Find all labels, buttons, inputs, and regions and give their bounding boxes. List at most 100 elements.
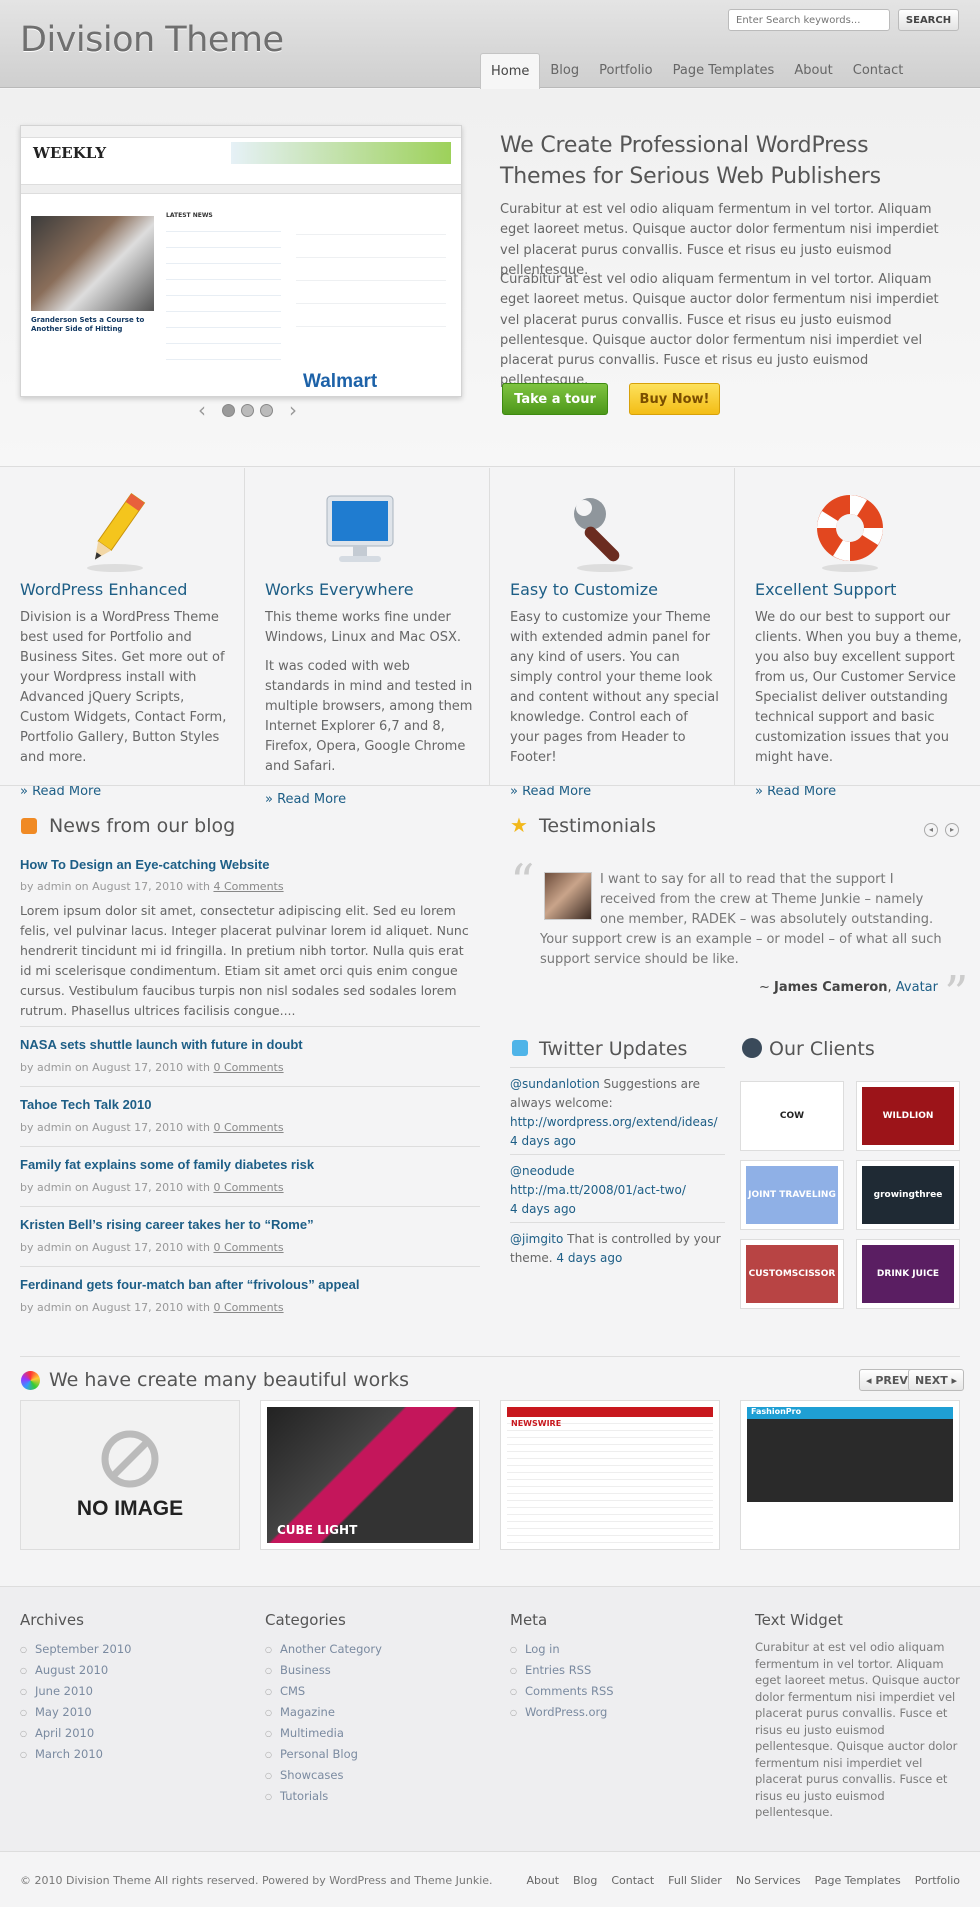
work-thumbnail[interactable]: CUBE LIGHT — [260, 1400, 480, 1550]
read-more-link[interactable]: » Read More — [20, 784, 101, 799]
shot-latest-label: LATEST NEWS — [166, 212, 213, 219]
twitter-heading: Twitter Updates — [539, 1038, 688, 1060]
footer-link-no-services[interactable]: No Services — [736, 1874, 801, 1887]
archive-link[interactable]: April 2010 — [20, 1723, 230, 1744]
client-logo[interactable]: COW — [740, 1081, 844, 1151]
tweet-link[interactable]: http://wordpress.org/extend/ideas/ — [510, 1115, 718, 1129]
read-more-link[interactable]: » Read More — [510, 784, 591, 799]
meta-link[interactable]: WordPress.org — [510, 1702, 720, 1723]
feature-text: Division is a WordPress Theme best used … — [20, 610, 227, 765]
post-title[interactable]: NASA sets shuttle launch with future in … — [20, 1037, 303, 1052]
tweet-separator — [510, 1154, 725, 1155]
comments-link[interactable]: 0 Comments — [213, 1181, 283, 1194]
category-link[interactable]: Another Category — [265, 1639, 475, 1660]
hero-section: WEEKLY Granderson Sets a Course to Anoth… — [0, 89, 980, 467]
archive-link[interactable]: August 2010 — [20, 1660, 230, 1681]
nav-blog[interactable]: Blog — [540, 53, 589, 89]
footer-link-page-templates[interactable]: Page Templates — [815, 1874, 901, 1887]
nav-about[interactable]: About — [784, 53, 842, 89]
widget-title: Text Widget — [755, 1611, 843, 1629]
client-logo[interactable]: DRINK JUICE — [856, 1239, 960, 1309]
tweet-time-link[interactable]: 4 days ago — [556, 1251, 622, 1265]
footer-link-contact[interactable]: Contact — [611, 1874, 654, 1887]
tweet-link[interactable]: http://ma.tt/2008/01/act-two/ — [510, 1183, 686, 1197]
category-link[interactable]: Showcases — [265, 1765, 475, 1786]
category-link[interactable]: Multimedia — [265, 1723, 475, 1744]
footer-link-full-slider[interactable]: Full Slider — [668, 1874, 722, 1887]
slider-dot[interactable] — [241, 404, 254, 417]
footer-link-about[interactable]: About — [526, 1874, 559, 1887]
works-next-button[interactable]: NEXT ▸ — [908, 1369, 965, 1391]
testimonial-prev-icon[interactable]: ◂ — [924, 823, 938, 837]
author-site-link[interactable]: Avatar — [896, 980, 938, 995]
site-footer: © 2010 Division Theme All rights reserve… — [0, 1851, 980, 1907]
category-link[interactable]: Personal Blog — [265, 1744, 475, 1765]
read-more-link[interactable]: » Read More — [265, 792, 346, 807]
post-title[interactable]: How To Design an Eye-catching Website — [20, 857, 269, 872]
read-more-link[interactable]: » Read More — [755, 784, 836, 799]
work-thumbnail[interactable]: FashionPro — [740, 1400, 960, 1550]
post-title[interactable]: Ferdinand gets four-match ban after “fri… — [20, 1277, 360, 1292]
archive-link[interactable]: March 2010 — [20, 1744, 230, 1765]
category-link[interactable]: Magazine — [265, 1702, 475, 1723]
archive-link[interactable]: May 2010 — [20, 1702, 230, 1723]
hero-slide-screenshot[interactable]: WEEKLY Granderson Sets a Course to Anoth… — [20, 125, 462, 397]
tweet-user-link[interactable]: @neodude — [510, 1164, 575, 1178]
category-link[interactable]: Tutorials — [265, 1786, 475, 1807]
comments-link[interactable]: 0 Comments — [213, 1301, 283, 1314]
search-button[interactable]: SEARCH — [898, 9, 959, 31]
comments-link[interactable]: 0 Comments — [213, 1241, 283, 1254]
meta-link[interactable]: Log in — [510, 1639, 720, 1660]
client-logo[interactable]: JOINT TRAVELING — [740, 1160, 844, 1230]
category-link[interactable]: CMS — [265, 1681, 475, 1702]
work-image: FashionPro — [747, 1407, 953, 1543]
footer-link-blog[interactable]: Blog — [573, 1874, 597, 1887]
nav-home[interactable]: Home — [480, 53, 541, 89]
meta-link[interactable]: Comments RSS — [510, 1681, 720, 1702]
post-separator — [20, 1206, 480, 1207]
post-title[interactable]: Kristen Bell’s rising career takes her t… — [20, 1217, 314, 1232]
clients-icon — [742, 1038, 762, 1058]
category-link[interactable]: Business — [265, 1660, 475, 1681]
slider-next-icon[interactable]: › — [289, 400, 297, 420]
nav-contact[interactable]: Contact — [843, 53, 914, 89]
testimonial-quote-text: I want to say for all to read that the s… — [540, 872, 942, 967]
client-logo[interactable]: CUSTOMSCISSOR — [740, 1239, 844, 1309]
tweet-user-link[interactable]: @jimgito — [510, 1232, 563, 1246]
feature-title: Excellent Support — [755, 580, 897, 599]
client-logo[interactable]: growingthree — [856, 1160, 960, 1230]
slider-prev-icon[interactable]: ‹ — [198, 400, 206, 420]
take-a-tour-button[interactable]: Take a tour — [502, 383, 608, 415]
comments-link[interactable]: 0 Comments — [213, 1121, 283, 1134]
search-input[interactable] — [728, 9, 890, 31]
post-meta: by admin on August 17, 2010 with 0 Comme… — [20, 1121, 284, 1134]
footer-link-portfolio[interactable]: Portfolio — [915, 1874, 960, 1887]
comments-link[interactable]: 0 Comments — [213, 1061, 283, 1074]
tweet-user-link[interactable]: @sundanlotion — [510, 1077, 600, 1091]
author-name: James Cameron — [774, 980, 888, 995]
work-thumbnail[interactable]: NEWSWIRE — [500, 1400, 720, 1550]
slider-dot[interactable] — [222, 404, 235, 417]
client-logo[interactable]: WILDLION — [856, 1081, 960, 1151]
site-logo[interactable]: Division Theme — [20, 20, 284, 60]
lifebuoy-icon — [817, 495, 883, 572]
testimonial-next-icon[interactable]: ▸ — [945, 823, 959, 837]
post-title[interactable]: Tahoe Tech Talk 2010 — [20, 1097, 152, 1112]
shot-menu — [21, 184, 461, 194]
post-title[interactable]: Family fat explains some of family diabe… — [20, 1157, 314, 1172]
archive-link[interactable]: June 2010 — [20, 1681, 230, 1702]
work-thumbnail[interactable]: NO IMAGE — [20, 1400, 240, 1550]
feature-title: Works Everywhere — [265, 580, 414, 599]
tweet-time-link[interactable]: 4 days ago — [510, 1202, 576, 1216]
meta-link[interactable]: Entries RSS — [510, 1660, 720, 1681]
rss-icon — [21, 818, 37, 834]
nav-portfolio[interactable]: Portfolio — [589, 53, 662, 89]
comments-link[interactable]: 4 Comments — [213, 880, 283, 893]
tweet-time-link[interactable]: 4 days ago — [510, 1134, 576, 1148]
main-nav: Home Blog Portfolio Page Templates About… — [480, 53, 913, 89]
nav-page-templates[interactable]: Page Templates — [663, 53, 785, 89]
works-prev-button[interactable]: ◂ PREV — [859, 1369, 915, 1391]
buy-now-button[interactable]: Buy Now! — [629, 383, 720, 415]
slider-dot[interactable] — [260, 404, 273, 417]
archive-link[interactable]: September 2010 — [20, 1639, 230, 1660]
